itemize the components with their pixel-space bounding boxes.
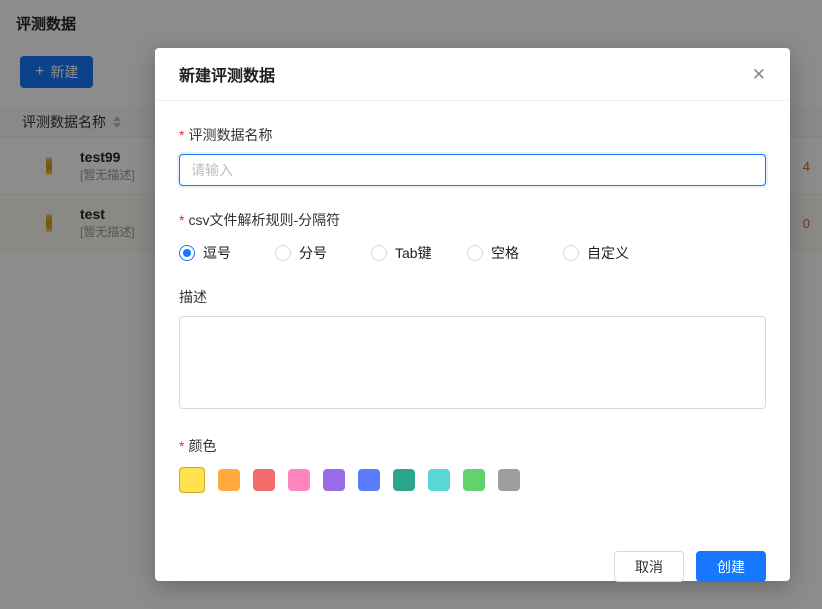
radio-icon (275, 245, 291, 261)
color-swatch-red[interactable] (253, 469, 275, 491)
name-field: * 评测数据名称 (179, 125, 766, 186)
modal-title: 新建评测数据 (179, 68, 276, 85)
close-icon[interactable]: ✕ (752, 66, 766, 83)
radio-icon (179, 245, 195, 261)
color-swatch-blue[interactable] (358, 469, 380, 491)
name-input[interactable] (179, 154, 766, 186)
radio-icon (467, 245, 483, 261)
color-field-label: 颜色 (188, 438, 217, 454)
modal-header: 新建评测数据 ✕ (155, 48, 790, 101)
radio-label: 自定义 (587, 245, 629, 261)
radio-tab[interactable]: Tab键 (371, 243, 467, 263)
color-swatch-cyan[interactable] (428, 469, 450, 491)
color-swatch-pink[interactable] (288, 469, 310, 491)
description-textarea[interactable] (179, 316, 766, 409)
radio-icon (371, 245, 387, 261)
delimiter-field-label: csv文件解析规则-分隔符 (188, 212, 341, 228)
color-swatch-purple[interactable] (323, 469, 345, 491)
radio-label: 逗号 (203, 245, 231, 261)
modal-body: *评测数据名称 *csv文件解析规则-分隔符 逗号 分号 Tab键 (155, 101, 790, 539)
radio-comma[interactable]: 逗号 (179, 243, 275, 263)
radio-icon (563, 245, 579, 261)
required-mark: * (179, 438, 185, 454)
name-field-label: 评测数据名称 (188, 127, 273, 143)
color-swatch-teal[interactable] (393, 469, 415, 491)
delimiter-radio-group: 逗号 分号 Tab键 空格 自定义 (179, 243, 766, 263)
required-mark: * (179, 127, 185, 143)
description-field: 描述 (179, 287, 766, 412)
radio-label: 分号 (299, 245, 327, 261)
required-mark: * (179, 212, 185, 228)
color-swatch-green[interactable] (463, 469, 485, 491)
radio-custom[interactable]: 自定义 (563, 243, 629, 263)
create-button[interactable]: 创建 (696, 551, 766, 582)
cancel-button[interactable]: 取消 (614, 551, 684, 582)
radio-semicolon[interactable]: 分号 (275, 243, 371, 263)
color-field: * 颜色 (179, 436, 766, 493)
radio-label: Tab键 (395, 245, 432, 261)
color-swatch-row (179, 467, 766, 493)
color-swatch-orange[interactable] (218, 469, 240, 491)
delimiter-field: * csv文件解析规则-分隔符 逗号 分号 Tab键 空格 自定义 (179, 210, 766, 263)
color-swatch-yellow[interactable] (179, 467, 205, 493)
radio-space[interactable]: 空格 (467, 243, 563, 263)
modal-footer: 取消 创建 (155, 539, 790, 604)
create-dataset-modal: 新建评测数据 ✕ *评测数据名称 *csv文件解析规则-分隔符 逗号 分号 (155, 48, 790, 582)
description-field-label: 描述 (179, 289, 207, 305)
radio-label: 空格 (491, 245, 519, 261)
color-swatch-gray[interactable] (498, 469, 520, 491)
